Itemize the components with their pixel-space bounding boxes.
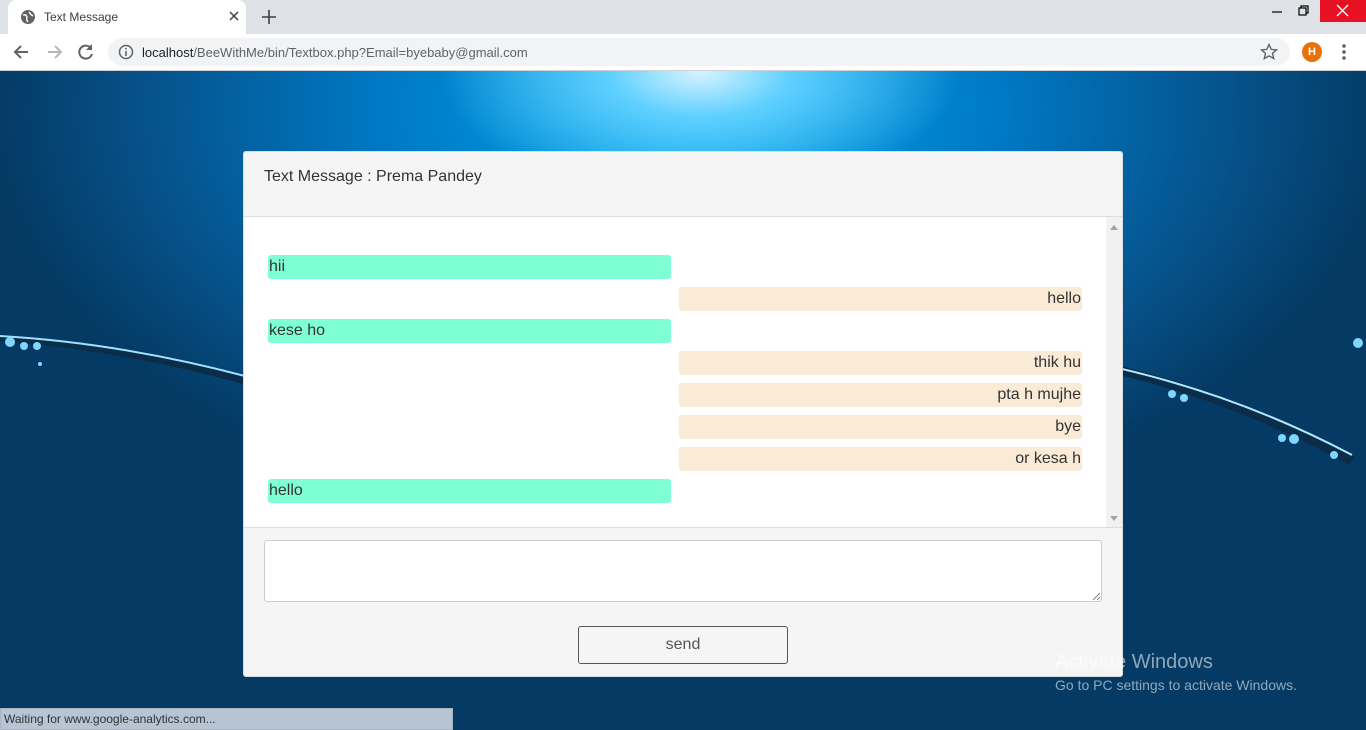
message-input[interactable] [264, 540, 1102, 602]
message-outgoing: or kesa h [679, 447, 1082, 471]
close-icon [1336, 4, 1349, 17]
message-list[interactable]: hii hello kese ho thik hu pta h mujhe by… [244, 217, 1122, 528]
back-icon[interactable] [12, 42, 32, 62]
tab-title: Text Message [44, 10, 119, 24]
minimize-button[interactable] [1262, 0, 1292, 22]
tab-strip: Text Message [0, 0, 1366, 34]
bookmark-star-icon[interactable] [1260, 43, 1278, 61]
restore-button[interactable] [1289, 0, 1319, 22]
send-button[interactable]: send [578, 626, 788, 664]
activation-watermark-text: Go to PC settings to activate Windows. [1055, 677, 1297, 693]
chat-panel: Text Message : Prema Pandey hii hello ke… [243, 151, 1123, 677]
address-bar[interactable]: localhost/BeeWithMe/bin/Textbox.php?Emai… [108, 38, 1290, 66]
message-scrollbar[interactable] [1106, 217, 1122, 527]
url-path: /BeeWithMe/bin/Textbox.php?Email=byebaby… [193, 45, 528, 60]
resize-grip-icon[interactable] [1092, 592, 1101, 601]
chat-title: Text Message : Prema Pandey [264, 168, 482, 185]
scroll-up-arrow-icon[interactable] [1110, 225, 1118, 230]
forward-icon[interactable] [44, 42, 64, 62]
water-wave-right [1122, 338, 1363, 465]
message-outgoing: bye [679, 415, 1082, 439]
activation-watermark-title: Activate Windows [1055, 651, 1213, 673]
close-tab-icon[interactable] [226, 8, 242, 24]
url-text: localhost/BeeWithMe/bin/Textbox.php?Emai… [142, 45, 528, 60]
message-incoming: kese ho [268, 319, 671, 343]
status-bar: Waiting for www.google-analytics.com... [0, 708, 453, 730]
more-menu-icon[interactable] [1336, 42, 1352, 62]
restore-icon [1298, 5, 1309, 16]
minimize-icon [1272, 11, 1282, 13]
message-incoming: hii [268, 255, 671, 279]
message-outgoing: hello [679, 287, 1082, 311]
scroll-down-arrow-icon[interactable] [1110, 516, 1118, 521]
browser-tab[interactable]: Text Message [8, 0, 246, 34]
globe-icon [21, 10, 35, 24]
close-window-button[interactable] [1320, 0, 1366, 22]
page-background: Text Message : Prema Pandey hii hello ke… [0, 71, 1366, 730]
browser-toolbar: localhost/BeeWithMe/bin/Textbox.php?Emai… [0, 34, 1366, 71]
profile-avatar[interactable]: H [1302, 42, 1322, 62]
reload-icon[interactable] [76, 42, 96, 62]
message-outgoing: thik hu [679, 351, 1082, 375]
url-host: localhost [142, 45, 194, 60]
info-icon[interactable] [118, 44, 134, 60]
chat-header: Text Message : Prema Pandey [244, 152, 1122, 217]
new-tab-icon[interactable] [260, 8, 278, 26]
water-wave-left [0, 334, 245, 385]
message-outgoing: pta h mujhe [679, 383, 1082, 407]
message-incoming: hello [268, 479, 671, 503]
